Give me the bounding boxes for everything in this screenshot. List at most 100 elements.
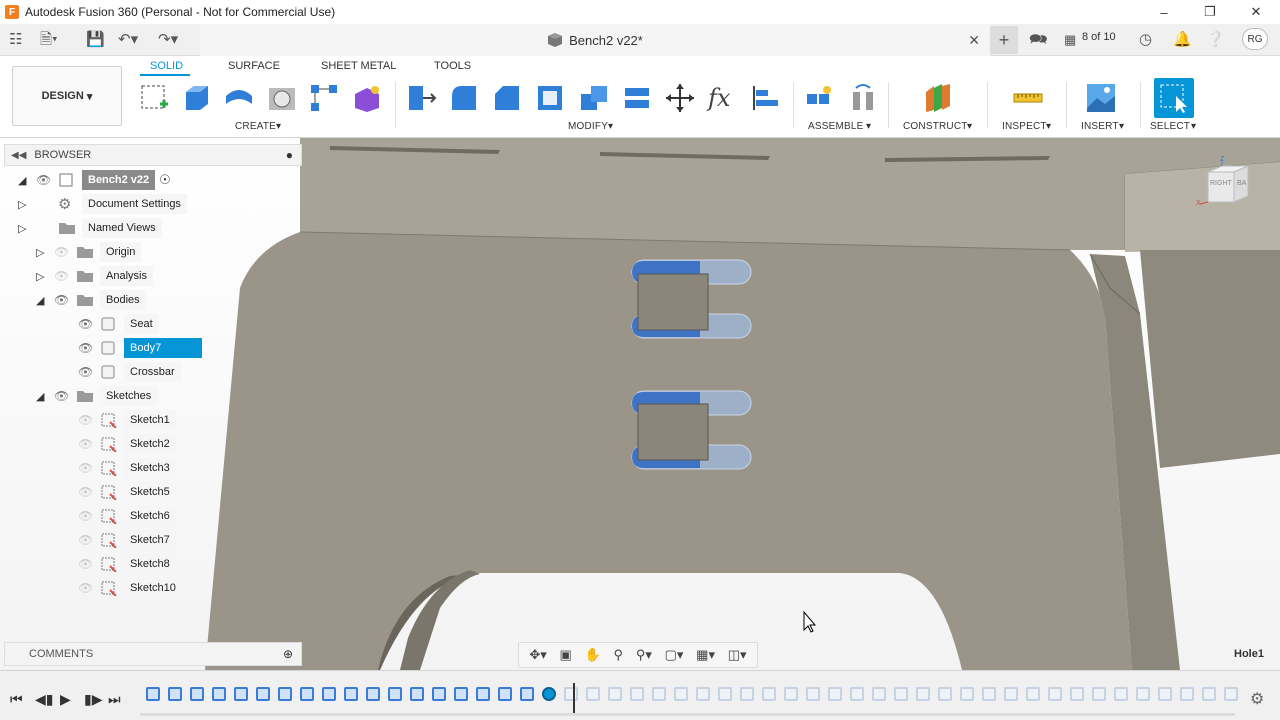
create-dropdown-icon[interactable]: ▾ — [276, 121, 281, 132]
timeline-feature-icon[interactable] — [718, 687, 732, 701]
timeline-feature-icon[interactable] — [1180, 687, 1194, 701]
tab-tools[interactable]: TOOLS — [434, 60, 471, 72]
timeline-feature-icon[interactable] — [498, 687, 512, 701]
timeline-feature-icon[interactable] — [256, 687, 270, 701]
tab-solid[interactable]: SOLID — [150, 60, 183, 72]
create-form-button[interactable] — [349, 80, 385, 116]
timeline-feature-icon[interactable] — [894, 687, 908, 701]
expand-open-icon[interactable]: ◢ — [36, 294, 54, 307]
browser-tree-item[interactable]: 👁 Sketch3 — [76, 458, 176, 478]
timeline-feature-icon[interactable] — [1004, 687, 1018, 701]
create-group-label[interactable]: CREATE — [235, 121, 276, 132]
measure-button[interactable] — [1010, 80, 1046, 116]
timeline-feature-icon[interactable] — [1136, 687, 1150, 701]
browser-tree-item[interactable]: ▷ Named Views — [18, 218, 162, 238]
timeline-feature-icon[interactable] — [344, 687, 358, 701]
visibility-off-icon[interactable]: 👁 — [78, 557, 100, 571]
app-grid-icon[interactable]: ☷ — [9, 30, 22, 50]
comments-panel[interactable]: COMMENTS ⊕ — [4, 642, 302, 666]
tab-sheet-metal[interactable]: SHEET METAL — [321, 60, 396, 72]
visibility-off-icon[interactable]: 👁 — [78, 413, 100, 427]
timeline-prev-icon[interactable]: ◀▮ — [35, 691, 53, 708]
viewports-icon[interactable]: ◫▾ — [728, 647, 747, 663]
timeline-feature-icon[interactable] — [1070, 687, 1084, 701]
browser-tree-item[interactable]: ▷ 👁 Analysis — [36, 266, 153, 286]
grid-settings-icon[interactable]: ▦▾ — [696, 647, 715, 663]
hole-button[interactable] — [264, 80, 300, 116]
expand-closed-icon[interactable]: ▷ — [36, 246, 54, 259]
split-body-button[interactable] — [619, 80, 655, 116]
modify-dropdown-icon[interactable]: ▾ — [608, 121, 613, 132]
insert-dropdown-icon[interactable]: ▾ — [1119, 121, 1124, 132]
timeline-feature-icon[interactable] — [322, 687, 336, 701]
timeline-play-icon[interactable]: ▶ — [60, 691, 71, 708]
timeline-last-icon[interactable]: ⏭ — [108, 691, 121, 708]
construct-group-label[interactable]: CONSTRUCT — [903, 121, 968, 132]
browser-tree-item[interactable]: ▷ ⚙ Document Settings — [18, 194, 187, 214]
expand-open-icon[interactable]: ◢ — [36, 390, 54, 403]
timeline-feature-icon[interactable] — [740, 687, 754, 701]
shell-button[interactable] — [532, 80, 568, 116]
timeline-feature-icon[interactable] — [1048, 687, 1062, 701]
timeline-feature-icon[interactable] — [652, 687, 666, 701]
timeline-feature-icon[interactable] — [234, 687, 248, 701]
notifications-icon[interactable]: 🔔 — [1173, 30, 1192, 50]
timeline-feature-icon[interactable] — [476, 687, 490, 701]
visibility-eye-icon[interactable]: 👁 — [54, 293, 76, 307]
timeline-feature-icon[interactable] — [938, 687, 952, 701]
timeline-feature-icon[interactable] — [410, 687, 424, 701]
chamfer-button[interactable] — [489, 80, 525, 116]
timeline-feature-icon[interactable] — [300, 687, 314, 701]
select-button[interactable] — [1154, 78, 1194, 118]
visibility-off-icon[interactable]: 👁 — [78, 581, 100, 595]
new-component-button[interactable] — [801, 80, 837, 116]
press-pull-button[interactable] — [403, 80, 439, 116]
timeline-feature-icon[interactable] — [432, 687, 446, 701]
timeline-feature-icon[interactable] — [366, 687, 380, 701]
visibility-off-icon[interactable]: 👁 — [78, 485, 100, 499]
select-group-label[interactable]: SELECT — [1150, 121, 1190, 132]
expand-open-icon[interactable]: ◢ — [18, 174, 36, 187]
timeline-feature-icon[interactable] — [828, 687, 842, 701]
timeline-feature-icon[interactable] — [982, 687, 996, 701]
expand-closed-icon[interactable]: ▷ — [18, 198, 36, 211]
timeline-feature-icon[interactable] — [784, 687, 798, 701]
display-settings-icon[interactable]: ▢▾ — [665, 647, 684, 663]
add-comment-icon[interactable]: ⊕ — [283, 647, 293, 661]
browser-tree-item[interactable]: 👁 Seat — [76, 314, 159, 334]
browser-tree-item[interactable]: 👁 Sketch5 — [76, 482, 176, 502]
timeline-scrollbar[interactable] — [140, 713, 1235, 716]
insert-canvas-button[interactable] — [1083, 80, 1119, 116]
browser-tree-item[interactable]: 👁 Sketch2 — [76, 434, 176, 454]
move-copy-button[interactable] — [662, 80, 698, 116]
timeline-next-icon[interactable]: ▮▶ — [84, 691, 102, 708]
timeline-feature-icon[interactable] — [1202, 687, 1216, 701]
browser-tree-item[interactable]: ▷ 👁 Origin — [36, 242, 142, 262]
combine-button[interactable] — [576, 80, 612, 116]
create-sketch-button[interactable] — [136, 80, 172, 116]
document-tab[interactable]: Bench2 v22* ✕ — [200, 24, 990, 56]
timeline-feature-icon[interactable] — [916, 687, 930, 701]
pan-icon[interactable]: ✋ — [585, 647, 601, 663]
timeline-feature-icon[interactable] — [674, 687, 688, 701]
visibility-eye-icon[interactable]: 👁 — [78, 365, 100, 379]
timeline-feature-icon[interactable] — [630, 687, 644, 701]
timeline-settings-gear-icon[interactable]: ⚙ — [1250, 689, 1264, 709]
parameters-button[interactable]: fx — [705, 80, 741, 116]
minimize-button[interactable]: – — [1141, 0, 1187, 24]
visibility-off-icon[interactable]: 👁 — [78, 533, 100, 547]
look-at-icon[interactable]: ▣ — [560, 647, 572, 663]
select-dropdown-icon[interactable]: ▾ — [1191, 121, 1196, 132]
visibility-eye-icon[interactable]: 👁 — [36, 173, 58, 187]
extrude-button[interactable] — [178, 80, 214, 116]
timeline-first-icon[interactable]: ⏮ — [10, 691, 23, 708]
visibility-off-icon[interactable]: 👁 — [54, 245, 76, 259]
timeline-feature-icon[interactable] — [1224, 687, 1238, 701]
align-button[interactable] — [748, 80, 784, 116]
canvas-viewport[interactable]: RIGHT BA Z X ◀◀ BROWSER ● ◢ 👁 Bench2 v22 ☉ ▷… — [0, 138, 1280, 670]
undo-icon[interactable]: ↶▾ — [118, 30, 138, 50]
browser-tree-item[interactable]: 👁 Sketch7 — [76, 530, 176, 550]
revolve-button[interactable] — [221, 80, 257, 116]
timeline-feature-icon[interactable] — [212, 687, 226, 701]
inspect-group-label[interactable]: INSPECT — [1002, 121, 1047, 132]
